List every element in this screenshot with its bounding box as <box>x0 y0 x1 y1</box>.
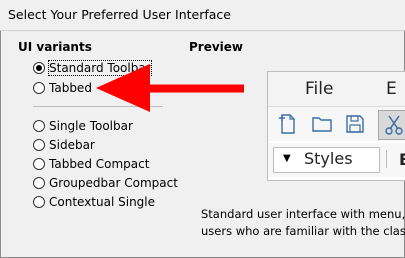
preview-menu-file: File <box>305 79 334 99</box>
title-divider <box>0 30 405 31</box>
radio-label: Tabbed Compact <box>49 157 150 171</box>
variants-separator <box>33 106 163 107</box>
preview-styles-label: Styles <box>304 149 353 168</box>
preview-menubar: File E <box>268 72 405 107</box>
new-document-icon <box>279 114 295 134</box>
save-icon <box>346 115 364 133</box>
radio-indicator <box>33 82 45 94</box>
radio-label: Sidebar <box>49 138 95 152</box>
description-line-1: Standard user interface with menu, too <box>201 207 405 221</box>
radio-single-toolbar[interactable]: Single Toolbar <box>33 117 133 135</box>
radio-tabbed-compact[interactable]: Tabbed Compact <box>33 155 149 173</box>
title-bar: Select Your Preferred User Interface <box>0 0 405 30</box>
radio-indicator <box>33 177 45 189</box>
caret-down-icon: ▼ <box>283 153 291 164</box>
preview-separator <box>386 150 397 168</box>
description-line-2: users who are familiar with the classic … <box>201 224 405 238</box>
radio-indicator <box>33 158 45 170</box>
radio-contextual-single[interactable]: Contextual Single <box>33 193 155 211</box>
radio-label: Standard Toolbar <box>48 60 152 76</box>
cut-icon <box>385 115 403 135</box>
radio-selected-indicator <box>33 62 45 74</box>
radio-groupedbar-compact[interactable]: Groupedbar Compact <box>33 174 178 192</box>
preview-toolbar <box>268 107 405 141</box>
preview-heading: Preview <box>189 40 244 54</box>
preview-cut-button <box>378 110 405 140</box>
preview-styles-combo: ▼ Styles <box>273 147 380 173</box>
radio-indicator <box>33 120 45 132</box>
radio-label: Groupedbar Compact <box>49 176 178 190</box>
preview-bold-label: B <box>399 150 405 169</box>
radio-label: Single Toolbar <box>49 119 133 133</box>
radio-standard-toolbar[interactable]: Standard Toolbar <box>33 59 152 77</box>
preview-style-row: ▼ Styles B <box>268 143 405 177</box>
window-title: Select Your Preferred User Interface <box>8 7 231 22</box>
preview-image: File E ▼ Styles B <box>267 71 405 181</box>
radio-tabbed[interactable]: Tabbed <box>33 79 92 97</box>
radio-indicator <box>33 196 45 208</box>
radio-sidebar[interactable]: Sidebar <box>33 136 95 154</box>
radio-indicator <box>33 139 45 151</box>
ui-variants-heading: UI variants <box>18 40 92 54</box>
radio-label: Tabbed <box>49 81 92 95</box>
open-folder-icon <box>312 117 332 132</box>
radio-label: Contextual Single <box>49 195 156 209</box>
variant-description: Standard user interface with menu, too u… <box>201 206 405 240</box>
preview-menu-edit: E <box>386 79 397 99</box>
